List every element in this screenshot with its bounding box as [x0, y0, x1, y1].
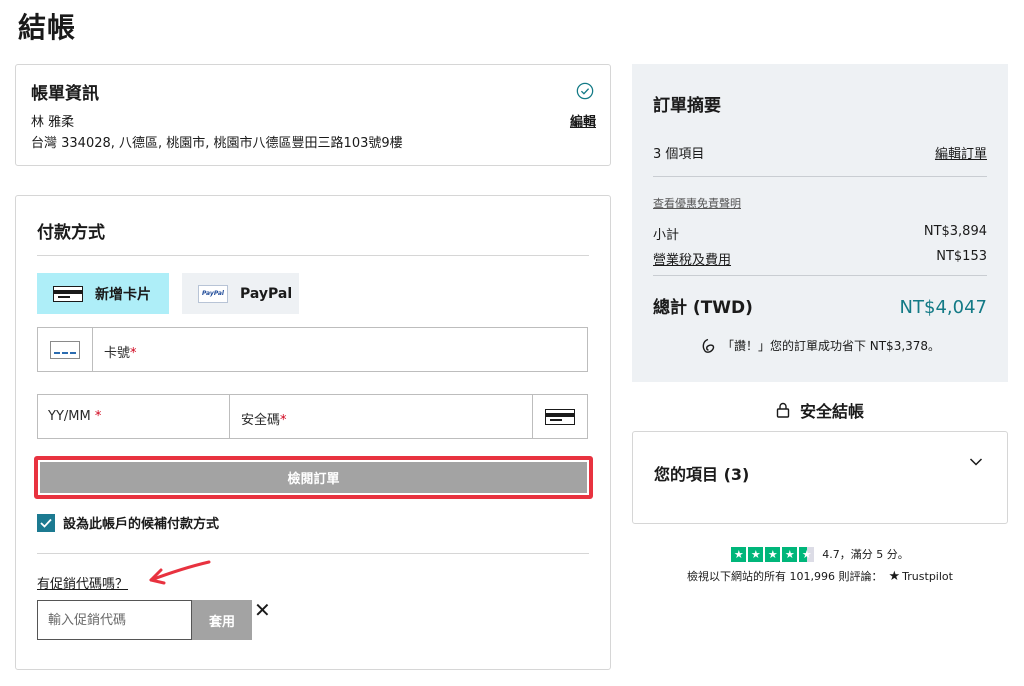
card-number-icon [50, 340, 80, 359]
credit-card-icon [53, 285, 83, 302]
review-order-button[interactable]: 檢閱訂單 [40, 462, 587, 493]
review-order-highlight: 檢閱訂單 [34, 456, 593, 499]
tax-label-link[interactable]: 營業稅及費用 [653, 249, 731, 268]
trustpilot-rating: ★ ★ ★ ★ ★ 4.7，滿分 5 分。 [632, 546, 1008, 562]
card-number-label: 卡號* [104, 346, 137, 361]
half-star-icon: ★ [799, 546, 815, 562]
star-icon: ★ [748, 546, 764, 562]
tab-paypal-label: PayPal [240, 285, 293, 302]
chevron-down-icon[interactable] [969, 457, 983, 467]
trustpilot-reviews: 檢視以下網站的所有 101,996 則評論： ★ Trustpilot [632, 568, 1008, 584]
payment-title: 付款方式 [37, 223, 105, 243]
divider [653, 275, 987, 276]
save-backup-checkbox[interactable] [37, 513, 55, 532]
checkmark-icon [40, 518, 52, 528]
rating-text: 4.7，滿分 5 分。 [822, 548, 909, 561]
savings-text: 「讚！」您的訂單成功省下 NT$3,378。 [721, 339, 941, 353]
total-value: NT$4,047 [899, 297, 987, 318]
savings-leaf-icon [702, 338, 715, 353]
summary-title: 訂單摘要 [653, 96, 721, 116]
payment-method-card: 付款方式 新增卡片 PayPal PayPal 卡號* YY/MM * 安全碼*… [15, 195, 611, 670]
apply-promo-button[interactable]: 套用 [192, 600, 252, 640]
cvc-hint [532, 394, 588, 439]
offer-disclaimer-link[interactable]: 查看優惠免責聲明 [653, 195, 741, 211]
star-icon: ★ [731, 546, 747, 562]
close-icon[interactable]: ✕ [254, 600, 271, 620]
reviews-text: 檢視以下網站的所有 101,996 則評論： [687, 570, 883, 583]
divider [653, 176, 987, 177]
paypal-logo-icon: PayPal [198, 284, 228, 303]
total-label: 總計 (TWD) [653, 298, 753, 318]
order-summary-card: 訂單摘要 3 個項目 編輯訂單 查看優惠免責聲明 小計 NT$3,894 營業稅… [632, 64, 1008, 382]
security-code-field[interactable]: 安全碼* [229, 394, 533, 439]
card-number-prefix [38, 328, 93, 371]
savings-message: 「讚！」您的訂單成功省下 NT$3,378。 [632, 337, 1008, 354]
billing-title: 帳單資訊 [31, 84, 99, 104]
tab-add-card-label: 新增卡片 [95, 286, 151, 303]
save-backup-payment-row[interactable]: 設為此帳戶的候補付款方式 [37, 513, 219, 532]
page-title: 結帳 [18, 11, 77, 44]
red-arrow-annotation-icon [149, 560, 211, 585]
billing-info-card: 帳單資訊 林 雅柔 台灣 334028, 八德區, 桃園市, 桃園市八德區豐田三… [15, 64, 611, 166]
subtotal-value: NT$3,894 [923, 224, 987, 239]
trustpilot-star-icon: ★ [888, 568, 901, 584]
card-number-field[interactable]: 卡號* [37, 327, 588, 372]
edit-order-link[interactable]: 編輯訂單 [935, 143, 987, 162]
item-count: 3 個項目 [653, 147, 705, 162]
promo-code-link[interactable]: 有促銷代碼嗎？ [37, 573, 128, 592]
trustpilot-brand[interactable]: Trustpilot [902, 570, 953, 583]
subtotal-row: 小計 NT$3,894 [653, 224, 987, 243]
your-items-title: 您的項目 (3) [654, 465, 750, 484]
expiry-field[interactable]: YY/MM * [37, 394, 230, 439]
divider [37, 255, 589, 256]
tab-paypal[interactable]: PayPal PayPal [182, 273, 299, 314]
tax-row: 營業稅及費用 NT$153 [653, 249, 987, 268]
divider [37, 553, 589, 554]
your-items-accordion[interactable]: 您的項目 (3) [632, 431, 1008, 524]
check-circle-icon [576, 82, 594, 100]
billing-address: 台灣 334028, 八德區, 桃園市, 桃園市八德區豐田三路103號9樓 [31, 136, 403, 151]
billing-edit-link[interactable]: 編輯 [570, 111, 596, 130]
save-backup-label: 設為此帳戶的候補付款方式 [63, 517, 220, 532]
secure-checkout-label: 安全結帳 [799, 402, 864, 421]
lock-icon [776, 402, 790, 418]
tab-add-card[interactable]: 新增卡片 [37, 273, 169, 314]
billing-name: 林 雅柔 [31, 115, 75, 130]
star-icon: ★ [782, 546, 798, 562]
secure-checkout: 安全結帳 [632, 398, 1008, 422]
star-icon: ★ [765, 546, 781, 562]
card-back-icon [545, 408, 575, 425]
tax-value: NT$153 [936, 249, 987, 264]
security-code-label: 安全碼* [241, 413, 287, 428]
promo-code-input[interactable] [37, 600, 192, 640]
subtotal-label: 小計 [653, 228, 680, 243]
trustpilot-stars: ★ ★ ★ ★ ★ [731, 546, 816, 562]
total-row: 總計 (TWD) NT$4,047 [653, 293, 987, 318]
expiry-label: YY/MM * [48, 409, 102, 424]
